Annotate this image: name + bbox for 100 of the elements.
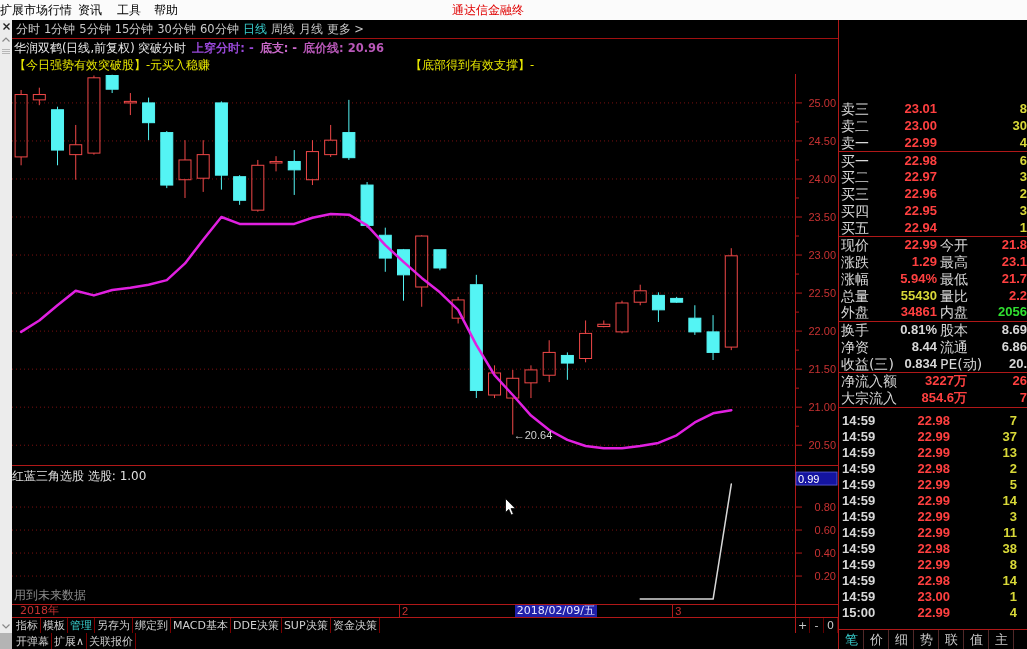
toolbar-button[interactable]: 开弹幕 (14, 633, 52, 649)
panel-tab[interactable]: 价 (864, 630, 889, 649)
period-tab[interactable]: 5分钟 (79, 21, 111, 37)
toolbar-tab[interactable]: 资金决策 (330, 618, 380, 633)
period-tab[interactable]: 1分钟 (44, 21, 76, 37)
menu-item[interactable]: 工具 (117, 1, 141, 19)
rising-candle (69, 124, 83, 181)
axis-label: 22.00 (808, 325, 836, 338)
order-label: 卖一 (841, 134, 869, 151)
trade-price: 22.99 (917, 428, 950, 445)
order-price: 23.01 (904, 101, 937, 118)
year-label: 2018年 (20, 605, 59, 617)
period-tab[interactable]: 更多 > (326, 21, 364, 37)
quote-label: 涨跌 (841, 254, 869, 271)
month-tick-label: 2 (399, 605, 409, 617)
order-label: 买五 (841, 219, 869, 236)
falling-candle (433, 249, 447, 271)
toolbar-button[interactable]: 关联报价 (87, 633, 137, 649)
flow-label: 大宗流入 (841, 390, 897, 407)
quote-value: 2.2 (1008, 287, 1027, 304)
rising-candle (178, 139, 192, 199)
order-price: 22.99 (904, 134, 937, 151)
toolbar-tab[interactable]: MACD基本 (171, 618, 231, 633)
panel-tab[interactable]: 势 (914, 630, 939, 649)
period-tab[interactable]: 分时 (16, 21, 40, 37)
menu-item[interactable]: 资讯 (78, 1, 102, 19)
zoom-button[interactable]: - (810, 618, 824, 633)
toolbar-tab[interactable]: 指标 (14, 618, 41, 633)
quote-label: 股本 (940, 322, 968, 339)
quote-value: 55430 (900, 287, 937, 304)
trade-time: 14:59 (842, 524, 876, 541)
order-label: 卖二 (841, 118, 869, 135)
order-price: 23.00 (904, 118, 937, 135)
rising-candle (615, 300, 629, 334)
trade-volume: 1 (1009, 588, 1017, 605)
scroll-down-icon[interactable] (2, 624, 10, 629)
quote-value: 8.69 (1001, 322, 1027, 339)
falling-candle (142, 97, 156, 141)
axis-label: 0.80 (814, 501, 836, 514)
period-tab[interactable]: 60分钟 (199, 21, 239, 37)
period-tab[interactable]: 周线 (270, 21, 295, 37)
quote-label: 换手 (841, 322, 869, 339)
grip-icon[interactable] (2, 49, 10, 54)
close-icon[interactable] (2, 23, 10, 30)
period-tab[interactable]: 30分钟 (157, 21, 196, 37)
trade-volume: 8 (1009, 556, 1017, 573)
axis-label: 24.50 (808, 134, 836, 147)
order-volume: 1 (1019, 219, 1027, 236)
panel-tab[interactable]: 细 (889, 630, 914, 649)
panel-tab[interactable]: 联 (939, 630, 964, 649)
trade-volume: 5 (1009, 476, 1017, 493)
axis-label: 23.00 (808, 249, 836, 262)
quote-label: 外盘 (841, 304, 869, 321)
indicator-value: 上穿分时: - (192, 40, 254, 56)
order-volume: 30 (1012, 118, 1027, 135)
order-label: 买一 (841, 152, 869, 169)
toolbar-tab[interactable]: 管理 (68, 618, 95, 633)
trade-volume: 7 (1009, 412, 1017, 429)
trade-time: 14:59 (842, 460, 876, 477)
rising-candle (251, 159, 265, 213)
falling-candle (560, 351, 574, 381)
toolbar-button[interactable]: 扩展∧ (52, 633, 88, 649)
period-tab[interactable]: 月线 (298, 21, 323, 37)
low-price-label: ←20.64 (513, 428, 553, 441)
toolbar-tab[interactable]: SUP决策 (281, 618, 331, 633)
toolbar-tab[interactable]: 模板 (41, 618, 68, 633)
rising-candle (633, 284, 647, 306)
toolbar-tab[interactable]: 绑定到 (133, 618, 171, 633)
period-tab[interactable]: 日线 (242, 21, 267, 37)
axis-label: 21.50 (808, 363, 836, 376)
scroll-up-icon[interactable] (2, 37, 10, 42)
zoom-button[interactable]: 0 (824, 618, 838, 633)
order-volume: 4 (1019, 134, 1027, 151)
trade-price: 22.99 (917, 492, 950, 509)
order-label: 买三 (841, 186, 869, 203)
panel-tab[interactable]: 主 (989, 630, 1014, 649)
panel-tab[interactable]: 值 (964, 630, 989, 649)
trade-volume: 38 (1002, 540, 1017, 557)
trade-volume: 37 (1002, 428, 1017, 445)
trade-volume: 11 (1003, 524, 1017, 541)
menu-item[interactable]: 扩展市场行情 (0, 1, 72, 19)
toolbar-tab[interactable]: 另存为 (95, 618, 133, 633)
cursor-value-label: 0.99 (795, 471, 838, 486)
rising-candle (269, 155, 283, 172)
order-volume: 3 (1019, 202, 1027, 219)
zoom-button[interactable]: + (796, 618, 810, 633)
order-volume: 8 (1019, 101, 1027, 118)
quote-value: 5.94% (900, 270, 937, 287)
flow-value: 3227万 (925, 373, 967, 390)
quote-value: 6.86 (1001, 338, 1027, 355)
trade-price: 22.98 (917, 412, 950, 429)
trade-time: 14:59 (842, 476, 876, 493)
period-tab[interactable]: 15分钟 (114, 21, 154, 37)
order-volume: 3 (1019, 169, 1027, 186)
toolbar-tab[interactable]: DDE决策 (231, 618, 282, 633)
menu-item[interactable]: 帮助 (154, 1, 178, 19)
trade-time: 15:00 (842, 604, 876, 621)
panel-tab[interactable]: 笔 (839, 630, 864, 649)
scroll-thumb[interactable] (0, 633, 12, 649)
month-tick-label: 3 (672, 605, 682, 617)
